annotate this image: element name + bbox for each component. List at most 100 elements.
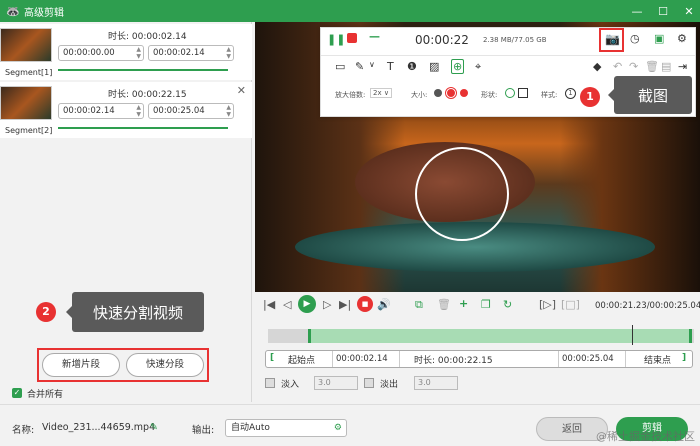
file-name: Video_231...44659.mp4 [42, 422, 156, 433]
minimize-button[interactable]: — [630, 5, 644, 18]
segment-end-input[interactable]: 00:00:25.04 ▲ ▼ [148, 103, 234, 119]
trim-start-input[interactable]: 00:00:02.14 [332, 351, 400, 367]
number-icon[interactable]: ❶ [407, 60, 417, 73]
toolbox-icon[interactable]: ▣ [654, 32, 664, 45]
pause-icon[interactable]: ❚❚ [327, 33, 345, 46]
clock-icon[interactable]: ◷ [630, 32, 640, 45]
window-title: 高级剪辑 [24, 7, 64, 19]
reset-icon[interactable]: ↻ [503, 298, 512, 311]
edit-icon[interactable]: ✎ [150, 422, 158, 433]
color-red-dot-2[interactable] [460, 89, 468, 97]
redo-icon[interactable]: ↷ [629, 60, 638, 73]
segment-progress-fill [58, 69, 228, 71]
folder-icon[interactable]: ⚙ [334, 420, 342, 436]
text-icon[interactable]: T [387, 60, 394, 73]
skip-start-icon[interactable]: |◀ [263, 298, 275, 311]
close-button[interactable]: ✕ [682, 5, 696, 18]
chevron-down-icon[interactable]: ∨ [369, 60, 375, 69]
zoom-select[interactable]: 2x ∨ [370, 88, 392, 98]
circle-shape-icon[interactable] [505, 88, 515, 98]
color-red-dot[interactable] [445, 87, 457, 99]
trim-row: [ 起始点 00:00:02.14 时长: 00:00:22.15 00:00:… [265, 350, 693, 368]
square-shape-icon[interactable] [518, 88, 528, 98]
magnifier-icon[interactable]: ⊕ [451, 59, 465, 74]
size-small-dot[interactable] [434, 89, 442, 97]
segment-progress-fill [58, 127, 228, 129]
annotation-badge-2: 2 [36, 302, 56, 322]
maximize-button[interactable]: ☐ [656, 5, 670, 18]
split-icon[interactable]: ⧉ [415, 298, 423, 312]
segment-start-input[interactable]: 00:00:02.14 ▲ ▼ [58, 103, 144, 119]
segment-thumbnail [0, 86, 52, 120]
play-button[interactable]: ▶ [298, 295, 316, 313]
image-icon[interactable]: ▨ [429, 60, 439, 73]
size-label: 大小: [411, 91, 428, 99]
mark-out-icon[interactable]: [□] [561, 298, 580, 311]
playhead[interactable] [632, 325, 633, 345]
annotation-tip-1: 截图 [608, 76, 692, 114]
spinner-icon[interactable]: ▲ ▼ [136, 46, 141, 60]
output-value: 自动Auto [231, 423, 270, 433]
magnifier-circle [415, 147, 509, 241]
segment-panel: 时长: 00:00:02.14 00:00:00.00▲▼ ~ 00:00:02… [0, 22, 252, 402]
gear-icon[interactable]: ⚙ [677, 32, 687, 45]
volume-icon[interactable]: 🔊 [377, 298, 391, 311]
zoom-value: 2x [373, 89, 382, 97]
fade-out-checkbox[interactable] [364, 378, 374, 388]
clear-icon[interactable]: ▤ [661, 60, 671, 73]
start-bracket-icon[interactable]: [ [270, 353, 274, 363]
trim-end-input[interactable]: 00:00:25.04 [558, 351, 626, 367]
exit-icon[interactable]: ⇥ [678, 60, 687, 73]
segment-progress [58, 69, 228, 71]
fade-in-input[interactable]: 3.0 [314, 376, 358, 390]
spinner-icon[interactable]: ▲ ▼ [226, 104, 231, 118]
next-frame-icon[interactable]: ▷ [323, 298, 331, 311]
spinner-icon[interactable]: ▲ ▼ [226, 46, 231, 60]
window-controls: — ☐ ✕ [630, 0, 696, 22]
stop-button[interactable]: ■ [357, 296, 373, 312]
time-display: 00:00:21.23/00:00:25.04 [595, 301, 700, 311]
segment-card-2[interactable]: ✕ 时长: 00:00:22.15 00:00:02.14▲▼ ~ 00:00:… [0, 82, 252, 138]
fade-out-input[interactable]: 3.0 [414, 376, 458, 390]
style-option[interactable]: 1 [565, 88, 576, 99]
end-bracket-icon[interactable]: ] [682, 353, 686, 363]
segment-card-1[interactable]: 时长: 00:00:02.14 00:00:00.00▲▼ ~ 00:00:02… [0, 24, 252, 80]
minimize-recorder-icon[interactable]: — [369, 30, 380, 43]
rectangle-icon[interactable]: ▭ [335, 60, 345, 73]
segment-name: Segment[1] [5, 68, 53, 77]
add-segment-button[interactable]: 新增片段 [42, 353, 120, 377]
camera-icon[interactable]: 📷 [605, 32, 620, 46]
segment-end-input[interactable]: 00:00:02.14 ▲ ▼ [148, 45, 234, 61]
skip-end-icon[interactable]: ▶| [339, 298, 351, 311]
close-icon[interactable]: ✕ [237, 84, 246, 97]
delete-icon[interactable]: 🗑 [437, 298, 451, 311]
segment-end-value: 00:00:02.14 [153, 48, 205, 58]
spotlight-icon[interactable]: ⌖ [475, 60, 481, 74]
output-select[interactable]: 自动Auto ⚙ [225, 419, 347, 437]
merge-all-checkbox[interactable]: ✓ [12, 388, 22, 398]
bottom-bar: 名称: Video_231...44659.mp4 ✎ 输出: 自动Auto ⚙ … [0, 404, 700, 446]
spinner-icon[interactable]: ▲ ▼ [136, 104, 141, 118]
annotation-tip-2: 快速分割视频 [66, 292, 204, 332]
title-bar: 🦝 高级剪辑 — ☐ ✕ [0, 0, 700, 22]
copy-icon[interactable]: ❐ [481, 298, 491, 311]
add-icon[interactable]: + [459, 297, 468, 310]
segment-start-input[interactable]: 00:00:00.00 ▲ ▼ [58, 45, 144, 61]
pen-icon[interactable]: ✎ [355, 60, 364, 73]
eraser-icon[interactable]: ◆ [593, 60, 601, 73]
trim-duration: 时长: 00:00:22.15 [414, 356, 493, 366]
timeline-track[interactable] [268, 325, 694, 345]
name-label: 名称: [12, 425, 35, 436]
stop-icon[interactable] [347, 33, 357, 43]
quick-split-button[interactable]: 快速分段 [126, 353, 204, 377]
end-point-button[interactable]: 结束点 [644, 353, 671, 366]
timeline-selection[interactable] [308, 329, 692, 343]
segment-start-value: 00:00:00.00 [63, 48, 115, 58]
undo-icon[interactable]: ↶ [613, 60, 622, 73]
start-point-button[interactable]: 起始点 [288, 353, 315, 366]
fade-in-checkbox[interactable] [265, 378, 275, 388]
mark-in-icon[interactable]: [▷] [539, 298, 556, 311]
prev-frame-icon[interactable]: ◁ [283, 298, 291, 311]
fade-in-label: 淡入 [281, 380, 300, 390]
trash-icon[interactable]: 🗑 [645, 60, 659, 73]
